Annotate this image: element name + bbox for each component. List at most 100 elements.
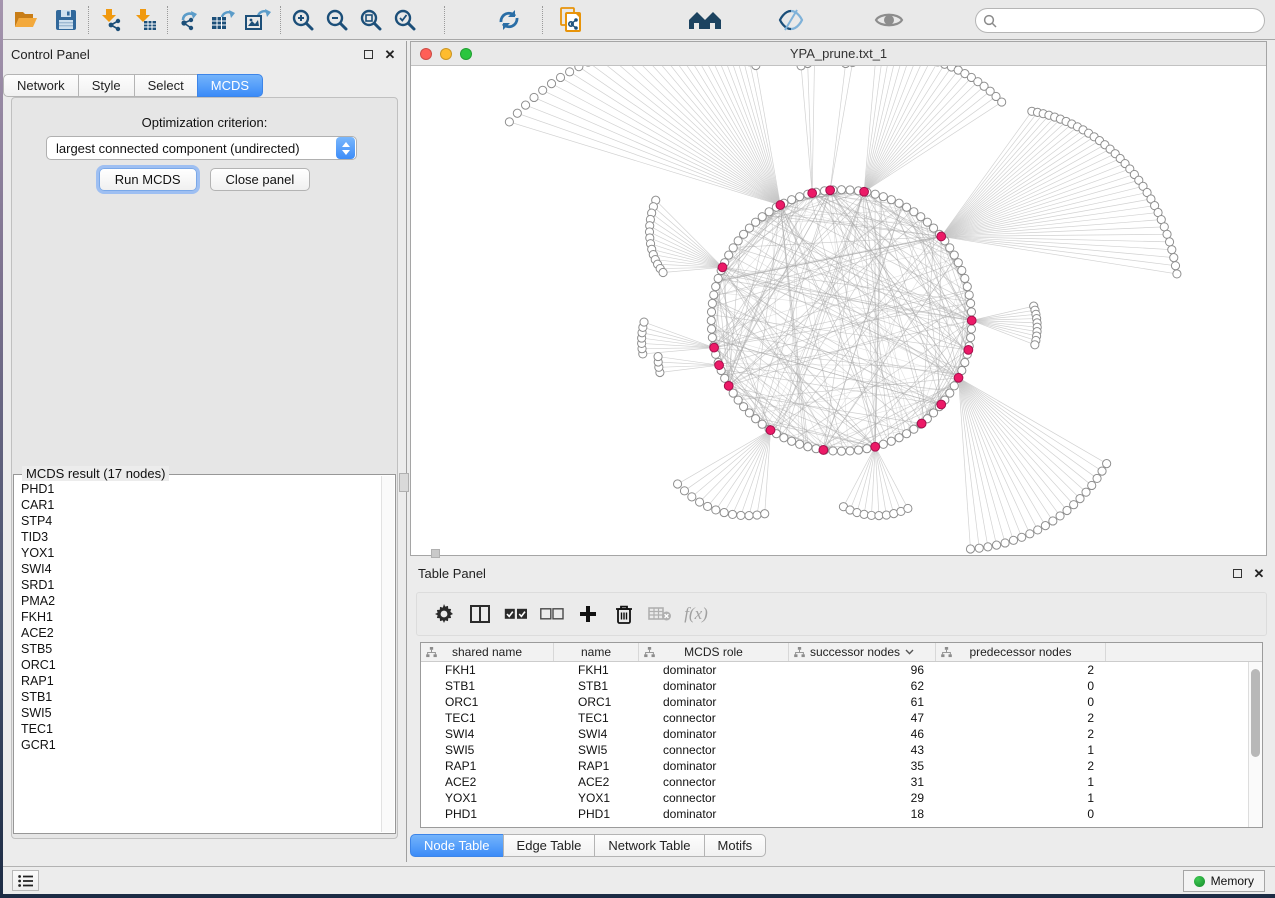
network-node[interactable] — [871, 190, 879, 198]
export-table-icon[interactable] — [207, 5, 241, 35]
network-leaf-node[interactable] — [521, 101, 529, 109]
table-cell[interactable]: FKH1 — [421, 662, 554, 678]
network-leaf-node[interactable] — [1031, 341, 1039, 349]
network-node[interactable] — [854, 446, 862, 454]
network-node[interactable] — [788, 196, 796, 204]
network-leaf-node[interactable] — [566, 68, 574, 76]
table-cell[interactable]: dominator — [639, 726, 789, 742]
mcds-result-item[interactable]: SWI5 — [15, 705, 381, 721]
network-node[interactable] — [961, 358, 969, 366]
select-all-columns-icon[interactable] — [501, 599, 531, 629]
table-cell[interactable]: SWI4 — [421, 726, 554, 742]
column-header-MCDS-role[interactable]: MCDS role — [639, 643, 789, 661]
zoom-fit-icon[interactable] — [354, 5, 388, 35]
table-cell[interactable]: 35 — [789, 758, 936, 774]
toggle-graphics-details-icon[interactable] — [774, 5, 808, 35]
network-leaf-node[interactable] — [1171, 262, 1179, 270]
network-leaf-node[interactable] — [547, 80, 555, 88]
network-leaf-node[interactable] — [1018, 533, 1026, 541]
table-cell[interactable]: 0 — [936, 806, 1106, 822]
network-node[interactable] — [965, 291, 973, 299]
table-cell[interactable]: ACE2 — [421, 774, 554, 790]
network-leaf-node[interactable] — [1163, 230, 1171, 238]
table-row[interactable]: SWI5SWI5connector431 — [421, 742, 1248, 758]
mcds-result-item[interactable]: RAP1 — [15, 673, 381, 689]
gear-icon[interactable] — [429, 599, 459, 629]
network-leaf-node[interactable] — [1009, 536, 1017, 544]
network-window-titlebar[interactable]: YPA_prune.txt_1 — [411, 42, 1266, 66]
table-cell[interactable]: FKH1 — [554, 662, 639, 678]
network-leaf-node[interactable] — [1063, 506, 1071, 514]
network-node[interactable] — [903, 430, 911, 438]
network-node[interactable] — [788, 437, 796, 445]
table-cell[interactable]: dominator — [639, 678, 789, 694]
network-leaf-node[interactable] — [1093, 474, 1101, 482]
close-panel-button[interactable]: ✕ — [382, 46, 398, 62]
network-leaf-node[interactable] — [1056, 512, 1064, 520]
criterion-dropdown[interactable]: largest connected component (undirected) — [46, 136, 357, 160]
show-tasks-button[interactable] — [12, 870, 39, 891]
table-cell[interactable]: ORC1 — [421, 694, 554, 710]
network-leaf-node[interactable] — [737, 511, 745, 519]
network-node[interactable] — [958, 266, 966, 274]
network-leaf-node[interactable] — [860, 510, 868, 518]
network-hub-node[interactable] — [937, 400, 946, 409]
zoom-out-icon[interactable] — [320, 5, 354, 35]
column-header-predecessor-nodes[interactable]: predecessor nodes — [936, 643, 1106, 661]
memory-button[interactable]: Memory — [1183, 870, 1265, 892]
network-node[interactable] — [725, 251, 733, 259]
table-cell[interactable]: 0 — [936, 678, 1106, 694]
network-leaf-node[interactable] — [797, 66, 805, 70]
mcds-result-item[interactable]: STP4 — [15, 513, 381, 529]
table-cell[interactable]: 47 — [789, 710, 936, 726]
table-cell[interactable]: STB1 — [554, 678, 639, 694]
close-panel-action-button[interactable]: Close panel — [210, 168, 311, 191]
network-node[interactable] — [837, 186, 845, 194]
network-hub-node[interactable] — [724, 381, 733, 390]
mcds-result-item[interactable]: ACE2 — [15, 625, 381, 641]
table-cell[interactable]: 46 — [789, 726, 936, 742]
table-row[interactable]: ACE2ACE2connector311 — [421, 774, 1248, 790]
network-leaf-node[interactable] — [1076, 495, 1084, 503]
close-window-icon[interactable] — [420, 48, 432, 60]
maximize-window-icon[interactable] — [460, 48, 472, 60]
network-hub-node[interactable] — [871, 442, 880, 451]
network-leaf-node[interactable] — [704, 502, 712, 510]
network-node[interactable] — [967, 333, 975, 341]
table-cell[interactable]: 1 — [936, 774, 1106, 790]
table-cell[interactable]: 61 — [789, 694, 936, 710]
save-session-icon[interactable] — [49, 5, 83, 35]
network-leaf-node[interactable] — [1001, 539, 1009, 547]
table-cell[interactable]: 1 — [936, 790, 1106, 806]
table-cell[interactable]: connector — [639, 742, 789, 758]
mcds-result-item[interactable]: TID3 — [15, 529, 381, 545]
table-scrollbar[interactable] — [1248, 662, 1262, 827]
mcds-result-item[interactable]: CAR1 — [15, 497, 381, 513]
network-node[interactable] — [887, 196, 895, 204]
table-cell[interactable]: 18 — [789, 806, 936, 822]
network-from-selection-icon[interactable] — [554, 5, 588, 35]
table-cell[interactable]: SWI5 — [554, 742, 639, 758]
table-cell[interactable]: PHD1 — [554, 806, 639, 822]
tab-edge-table[interactable]: Edge Table — [503, 834, 596, 857]
mcds-result-item[interactable]: PMA2 — [15, 593, 381, 609]
mcds-result-item[interactable]: ORC1 — [15, 657, 381, 673]
table-cell[interactable]: SWI5 — [421, 742, 554, 758]
float-panel-button[interactable] — [360, 46, 376, 62]
network-hub-node[interactable] — [954, 373, 963, 382]
network-leaf-node[interactable] — [688, 493, 696, 501]
network-node[interactable] — [863, 445, 871, 453]
mcds-list-scrollbar[interactable] — [381, 476, 394, 832]
column-header-name[interactable]: name — [554, 643, 639, 661]
network-node[interactable] — [734, 396, 742, 404]
tab-motifs[interactable]: Motifs — [704, 834, 767, 857]
network-node[interactable] — [707, 308, 715, 316]
table-scrollbar-thumb[interactable] — [1251, 669, 1260, 757]
table-cell[interactable]: dominator — [639, 806, 789, 822]
network-node[interactable] — [708, 299, 716, 307]
network-leaf-node[interactable] — [659, 268, 667, 276]
network-canvas[interactable] — [411, 66, 1266, 555]
mcds-result-item[interactable]: GCR1 — [15, 737, 381, 753]
network-leaf-node[interactable] — [1049, 517, 1057, 525]
table-cell[interactable]: TEC1 — [554, 710, 639, 726]
